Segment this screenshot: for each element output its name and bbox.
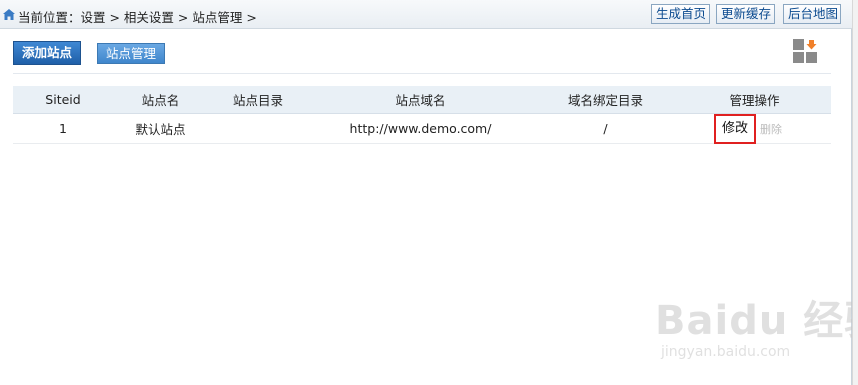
watermark-brand: Baidu 经验 [655,298,858,344]
site-manage-tab[interactable]: 站点管理 [97,43,165,64]
edit-link[interactable]: 修改 [714,113,757,144]
update-cache-button[interactable]: 更新缓存 [716,4,775,24]
generate-home-button[interactable]: 生成首页 [651,4,710,24]
cell-bind-dir: / [603,121,608,136]
watermark-url: jingyan.baidu.com [661,344,791,360]
header-site-dir: 站点目录 [232,93,283,108]
baidu-watermark: Baidu 经验 jingyan.baidu.com [655,288,858,368]
home-icon [3,9,15,20]
cell-site-dir [208,114,308,143]
toolbar-divider [13,73,831,74]
header-siteid: Siteid [45,92,81,107]
admin-map-button[interactable]: 后台地图 [783,4,841,24]
add-site-button[interactable]: 添加站点 [13,41,81,65]
top-bar: 当前位置：设置 > 相关设置 > 站点管理 > 生成首页 更新缓存 后台地图 [0,0,852,29]
cell-site-name: 默认站点 [135,122,186,137]
site-table: Siteid 站点名 站点目录 站点域名 域名绑定目录 管理操作 1 默认站点 … [13,86,831,144]
layout-toggle-icon[interactable] [792,38,818,64]
header-site-domain: 站点域名 [395,93,446,108]
header-operations: 管理操作 [729,93,780,108]
table-row: 1 默认站点 http://www.demo.com/ / 修改 删除 [13,113,831,144]
main-frame: 当前位置：设置 > 相关设置 > 站点管理 > 生成首页 更新缓存 后台地图 添… [0,0,858,385]
header-bind-dir: 域名绑定目录 [567,93,643,108]
cell-site-domain: http://www.demo.com/ [349,121,492,136]
cell-operations: 修改 删除 [678,113,831,144]
table-header: Siteid 站点名 站点目录 站点域名 域名绑定目录 管理操作 [13,86,831,114]
scrollbar[interactable] [852,0,858,385]
delete-link[interactable]: 删除 [760,121,782,137]
cell-siteid: 1 [59,121,67,136]
breadcrumb: 当前位置：设置 > 相关设置 > 站点管理 > [18,10,257,25]
header-site-name: 站点名 [141,93,180,108]
